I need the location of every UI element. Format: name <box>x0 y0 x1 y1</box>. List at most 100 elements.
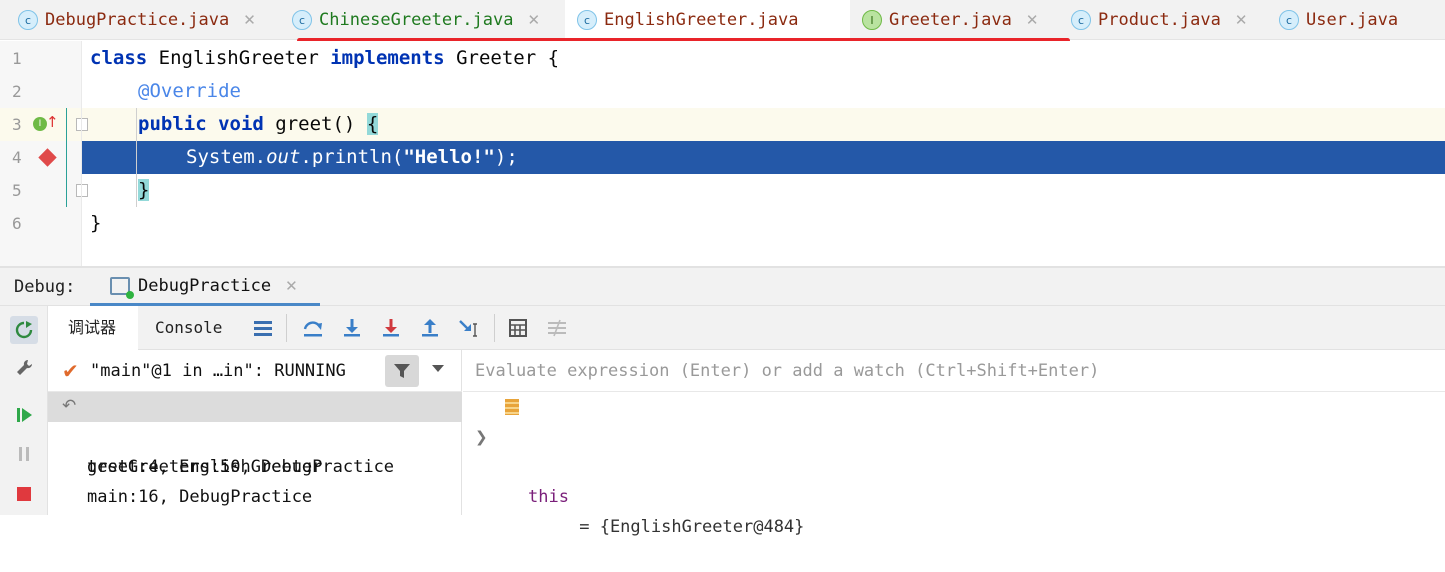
debug-header: Debug: DebugPractice ✕ <box>0 268 1445 306</box>
implements-interface-icon[interactable]: I <box>33 117 47 131</box>
matched-brace: } <box>138 179 150 201</box>
tab-chinesegreeter[interactable]: c ChineseGreeter.java ✕ <box>292 0 540 40</box>
code-line-4-highlighted: System.out.println("Hello!"); <box>82 141 1445 174</box>
breakpoint-icon[interactable] <box>38 148 57 167</box>
code-editor[interactable]: 1 class EnglishGreeter implements Greete… <box>0 41 1445 266</box>
string-literal: "Hello!" <box>403 146 495 168</box>
trace-button[interactable] <box>545 316 569 340</box>
matched-brace: { <box>366 113 379 135</box>
stack-frame[interactable]: testGreeters:50, DebugPractice <box>48 422 462 477</box>
frame-label: main:16, DebugPractice <box>87 487 313 507</box>
fold-icon[interactable] <box>76 184 88 197</box>
code-text: System. <box>186 146 267 168</box>
step-over-icon <box>303 321 322 337</box>
step-into-button[interactable] <box>340 316 364 340</box>
tab-console[interactable]: Console <box>155 306 222 350</box>
tab-greeter[interactable]: I Greeter.java ✕ <box>862 0 1038 40</box>
class-run-icon: c <box>18 10 38 30</box>
tab-debugger[interactable]: 调试器 <box>48 306 138 350</box>
close-icon[interactable]: ✕ <box>1235 11 1248 29</box>
filter-button[interactable] <box>385 355 419 387</box>
code-line-4-gutter: 4 <box>0 141 82 174</box>
rerun-button[interactable] <box>10 316 38 344</box>
evaluate-expression-button[interactable] <box>506 316 530 340</box>
force-step-into-icon <box>383 319 399 337</box>
tab-product[interactable]: c Product.java ✕ <box>1071 0 1247 40</box>
tab-label: ChineseGreeter.java <box>319 10 514 30</box>
pause-button[interactable] <box>10 440 38 468</box>
settings-button[interactable] <box>10 354 38 382</box>
code-line-5: 5 } <box>0 174 1445 207</box>
calculator-icon <box>509 319 527 337</box>
indent-guide <box>136 108 137 207</box>
debug-side-toolbar <box>0 306 48 515</box>
code-text: ); <box>494 146 518 168</box>
toolbar-separator <box>286 314 287 342</box>
stop-icon <box>17 487 31 501</box>
line-number: 1 <box>12 49 22 68</box>
chevron-down-icon[interactable] <box>432 365 444 372</box>
step-over-button[interactable] <box>301 316 325 340</box>
code-text: Greeter { <box>444 47 560 69</box>
arrow-up-icon: ↑ <box>46 113 59 131</box>
wrench-icon <box>17 359 33 375</box>
keyword: void <box>218 113 264 135</box>
filter-icon <box>394 364 410 378</box>
tab-label: 调试器 <box>68 318 117 337</box>
chevron-right-icon[interactable]: ❯ <box>475 422 488 452</box>
rerun-icon <box>15 321 33 339</box>
debug-session-tab[interactable]: DebugPractice ✕ <box>90 268 320 306</box>
variable-name: this <box>528 487 569 507</box>
thread-selector[interactable]: ✔ "main"@1 in …in": RUNNING <box>48 350 462 392</box>
layout-button[interactable] <box>251 316 275 340</box>
check-icon: ✔ <box>62 359 79 383</box>
line-number: 6 <box>12 214 22 233</box>
stack-frame[interactable]: main:16, DebugPractice <box>48 452 462 507</box>
class-icon: c <box>292 10 312 30</box>
code-line-2: 2 @Override <box>0 75 1445 108</box>
field-icon <box>505 399 519 415</box>
pause-icon <box>19 447 29 461</box>
stop-button[interactable] <box>10 480 38 508</box>
close-icon[interactable]: ✕ <box>285 277 298 295</box>
class-name: EnglishGreeter <box>147 47 331 69</box>
line-number: 5 <box>12 181 22 200</box>
static-field: out <box>266 146 301 168</box>
code-text: } <box>90 212 102 234</box>
close-icon[interactable]: ✕ <box>243 11 256 29</box>
close-icon[interactable]: ✕ <box>1026 11 1039 29</box>
watch-input[interactable]: Evaluate expression (Enter) or add a wat… <box>463 350 1445 392</box>
method-scope-bar <box>66 108 67 207</box>
tab-label: EnglishGreeter.java <box>604 10 799 30</box>
run-config-icon <box>110 276 134 299</box>
editor-tab-bar: c DebugPractice.java ✕ c ChineseGreeter.… <box>0 0 1445 43</box>
tab-label: User.java <box>1306 10 1399 30</box>
fold-icon[interactable] <box>76 118 88 131</box>
annotation: @Override <box>138 80 241 102</box>
keyword: public <box>138 113 207 135</box>
return-icon: ↶ <box>62 396 77 416</box>
force-step-into-button[interactable] <box>379 316 403 340</box>
resume-icon <box>17 408 32 422</box>
variable-row[interactable]: ❯ this = {EnglishGreeter@484} <box>463 392 1445 537</box>
step-into-icon <box>344 319 360 337</box>
tab-label: DebugPractice.java <box>45 10 230 30</box>
keyword: class <box>90 47 148 69</box>
run-to-cursor-button[interactable] <box>457 316 481 340</box>
tab-englishgreeter[interactable]: c EnglishGreeter.java <box>565 0 850 40</box>
stack-frame[interactable]: ↶ greet:4, EnglishGreeter <box>48 392 462 477</box>
gutter-separator <box>81 41 82 266</box>
class-icon: c <box>1071 10 1091 30</box>
resume-button[interactable] <box>10 401 38 429</box>
step-out-icon <box>422 319 438 337</box>
code-text: .println( <box>300 146 404 168</box>
run-to-cursor-icon <box>459 320 477 337</box>
trace-icon <box>548 319 566 337</box>
close-icon[interactable]: ✕ <box>527 11 540 29</box>
variable-value: = {EnglishGreeter@484} <box>569 517 805 537</box>
step-out-button[interactable] <box>418 316 442 340</box>
toolbar-separator <box>494 314 495 342</box>
tab-user[interactable]: c User.java <box>1279 0 1398 40</box>
tab-debugpractice[interactable]: c DebugPractice.java ✕ <box>18 0 256 40</box>
tab-label: Console <box>155 318 223 337</box>
